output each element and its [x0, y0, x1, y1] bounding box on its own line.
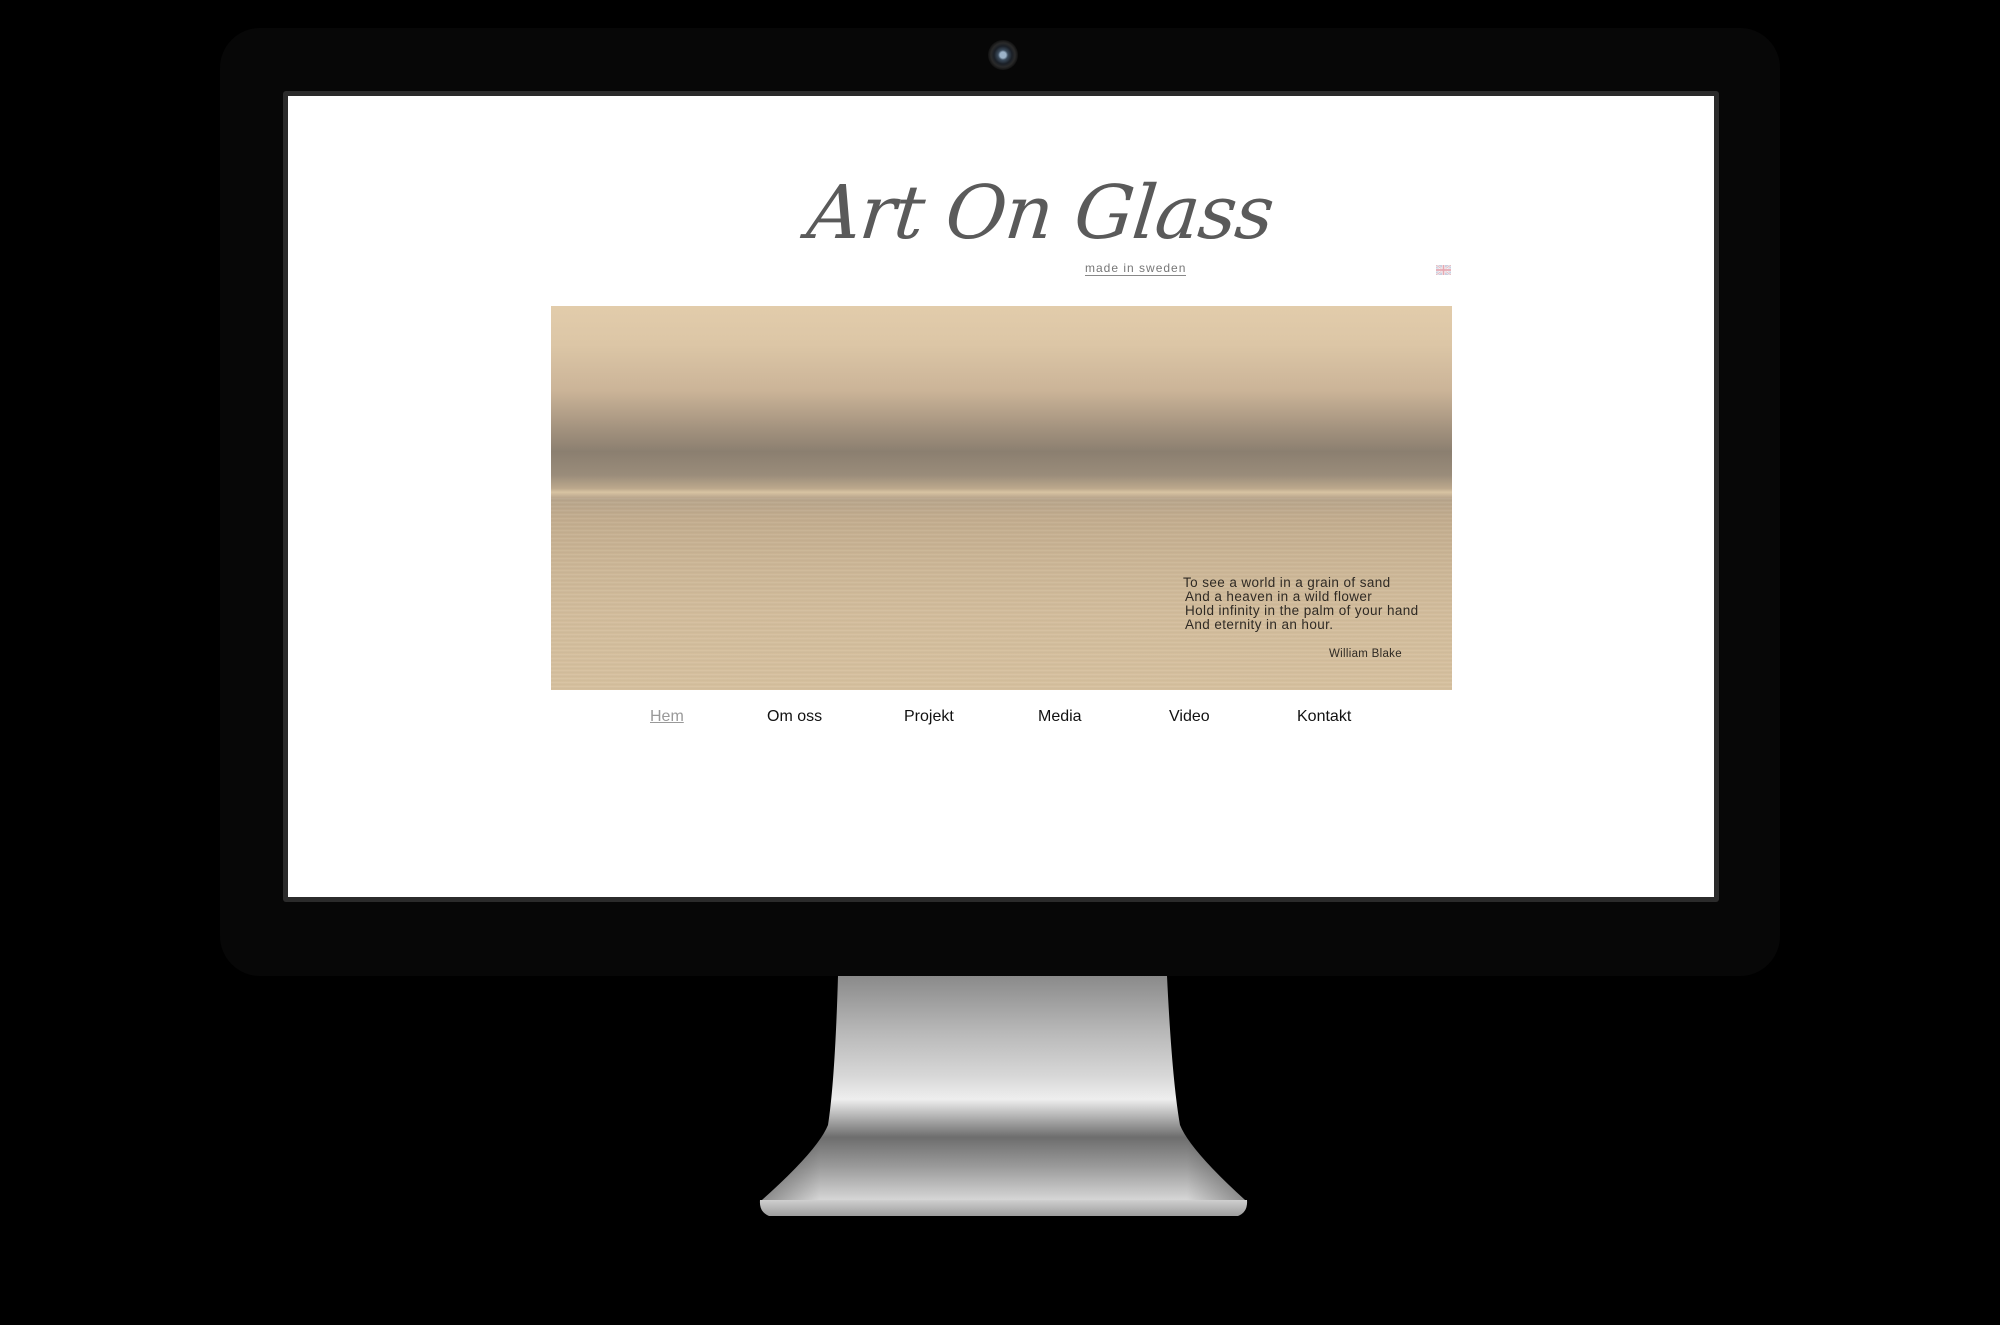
quote-line: To see a world in a grain of sand — [1183, 575, 1391, 590]
main-nav: Hem Om oss Projekt Media Video Kontakt — [288, 708, 1714, 738]
nav-item-media[interactable]: Media — [1038, 708, 1082, 726]
website-screen: Art On Glass made in sweden To see a wor… — [288, 96, 1714, 897]
quote-line: And a heaven in a wild flower — [1185, 589, 1373, 604]
logo-tagline: made in sweden — [1085, 261, 1187, 276]
nav-item-hem[interactable]: Hem — [650, 708, 684, 726]
nav-item-video[interactable]: Video — [1169, 708, 1210, 726]
nav-item-om-oss[interactable]: Om oss — [767, 708, 822, 726]
site-logo[interactable]: Art On Glass made in sweden — [803, 170, 1277, 306]
hero-image: To see a world in a grain of sand And a … — [551, 306, 1452, 690]
quote-line: Hold infinity in the palm of your hand — [1185, 603, 1419, 618]
quote-line: And eternity in an hour. — [1185, 617, 1334, 632]
hero-quote: To see a world in a grain of sand And a … — [1183, 576, 1443, 632]
logo-title: Art On Glass — [803, 170, 1278, 256]
webcam-icon — [988, 40, 1018, 70]
uk-flag-icon[interactable] — [1436, 265, 1451, 275]
quote-author: William Blake — [1329, 648, 1402, 660]
device-mockup: Art On Glass made in sweden To see a wor… — [0, 0, 2000, 1325]
nav-item-kontakt[interactable]: Kontakt — [1297, 708, 1351, 726]
nav-item-projekt[interactable]: Projekt — [904, 708, 954, 726]
